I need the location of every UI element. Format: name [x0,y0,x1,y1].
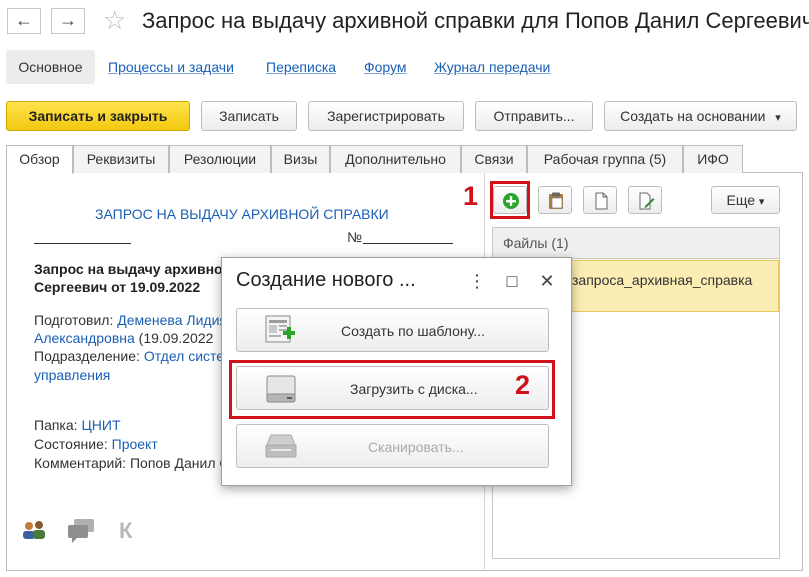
back-button[interactable]: ← [7,8,41,34]
document-subject-line2: Сергеевич от 19.09.2022 [34,279,201,295]
save-button[interactable]: Записать [201,101,297,131]
prepared-by-label: Подготовил: [34,312,118,328]
more-button[interactable]: Еще ▾ [711,186,780,214]
step-marker-2: 2 [515,370,531,400]
nav-item-transfer-log[interactable]: Журнал передачи [434,59,550,75]
tab-links[interactable]: Связи [461,145,527,173]
step-marker-1: 1 [463,181,479,211]
folder-link[interactable]: ЦНИТ [81,417,120,433]
prepared-by-row: Подготовил: Деменева Лидия [34,312,227,328]
close-icon[interactable]: ✕ [537,270,557,292]
create-based-on-label: Создать на основании [620,108,766,124]
tab-overview[interactable]: Обзор [6,145,73,174]
tab-requisites[interactable]: Реквизиты [73,145,169,173]
arrow-left-icon: ← [15,10,33,30]
edit-file-button[interactable] [628,186,662,214]
nav-item-forum[interactable]: Форум [364,59,407,75]
document-heading: ЗАПРОС НА ВЫДАЧУ АРХИВНОЙ СПРАВКИ [95,206,389,222]
tab-additional[interactable]: Дополнительно [330,145,461,173]
prepared-date: (19.09.2022 [134,330,214,346]
new-file-button[interactable] [583,186,617,214]
nav-item-correspondence[interactable]: Переписка [266,59,336,75]
tab-workgroup[interactable]: Рабочая группа (5) [527,145,683,173]
template-add-icon [265,315,295,343]
scanner-icon [265,434,297,458]
window-title: Запрос на выдачу архивной справки для По… [142,8,809,33]
highlight-box-add [490,181,530,219]
department-link-cont[interactable]: управления [34,367,110,383]
favorite-star-icon[interactable]: ☆ [103,6,126,34]
nav-item-main[interactable]: Основное [6,50,95,84]
state-link[interactable]: Проект [112,436,158,452]
comment-label: Комментарий: [34,455,130,471]
save-and-close-button[interactable]: Записать и закрыть [6,101,190,131]
forward-button[interactable]: → [51,8,85,34]
chevron-down-icon: ▾ [758,196,765,208]
tab-resolutions[interactable]: Резолюции [169,145,271,173]
more-vertical-icon[interactable]: ⋮ [467,270,487,292]
number-underline [363,243,453,244]
dialog-title: Создание нового ... [236,269,416,291]
number-label: № [347,229,363,245]
folder-row: Папка: ЦНИТ [34,417,121,433]
create-from-template-label: Создать по шаблону... [341,323,485,339]
state-label: Состояние: [34,436,112,452]
create-based-on-button[interactable]: Создать на основании ▾ [604,101,797,131]
scan-label: Сканировать... [368,439,464,455]
tab-visas[interactable]: Визы [271,145,330,173]
state-row: Состояние: Проект [34,436,158,452]
department-label: Подразделение: [34,348,144,364]
nav-item-processes[interactable]: Процессы и задачи [108,59,234,75]
chevron-down-icon: ▾ [775,112,781,124]
create-from-template-button[interactable]: Создать по шаблону... [236,308,549,352]
tab-ifo[interactable]: ИФО [683,145,743,173]
date-underline [34,243,131,244]
arrow-right-icon: → [59,10,77,30]
send-button[interactable]: Отправить... [475,101,593,131]
register-button[interactable]: Зарегистрировать [308,101,464,131]
file-name[interactable]: запроса_архивная_справка [572,272,752,288]
more-label: Еще [726,192,756,208]
scan-button[interactable]: Сканировать... [236,424,549,468]
k-icon[interactable]: К [119,518,132,544]
prepared-by-link[interactable]: Деменева Лидия [117,312,227,328]
users-icon[interactable] [21,519,47,546]
edit-document-icon [639,192,655,210]
files-header[interactable]: Файлы (1) [492,227,780,259]
clipboard-icon [549,192,563,209]
folder-label: Папка: [34,417,82,433]
prepared-by-link-cont[interactable]: Александровна [34,330,135,346]
department-row2: управления [34,367,110,383]
prepared-by-row2: Александровна (19.09.2022 [34,330,213,346]
highlight-box-upload [229,360,555,419]
paste-file-button[interactable] [538,186,572,214]
document-icon [595,192,608,210]
discussion-icon[interactable] [66,517,96,548]
maximize-icon[interactable]: □ [502,270,522,292]
